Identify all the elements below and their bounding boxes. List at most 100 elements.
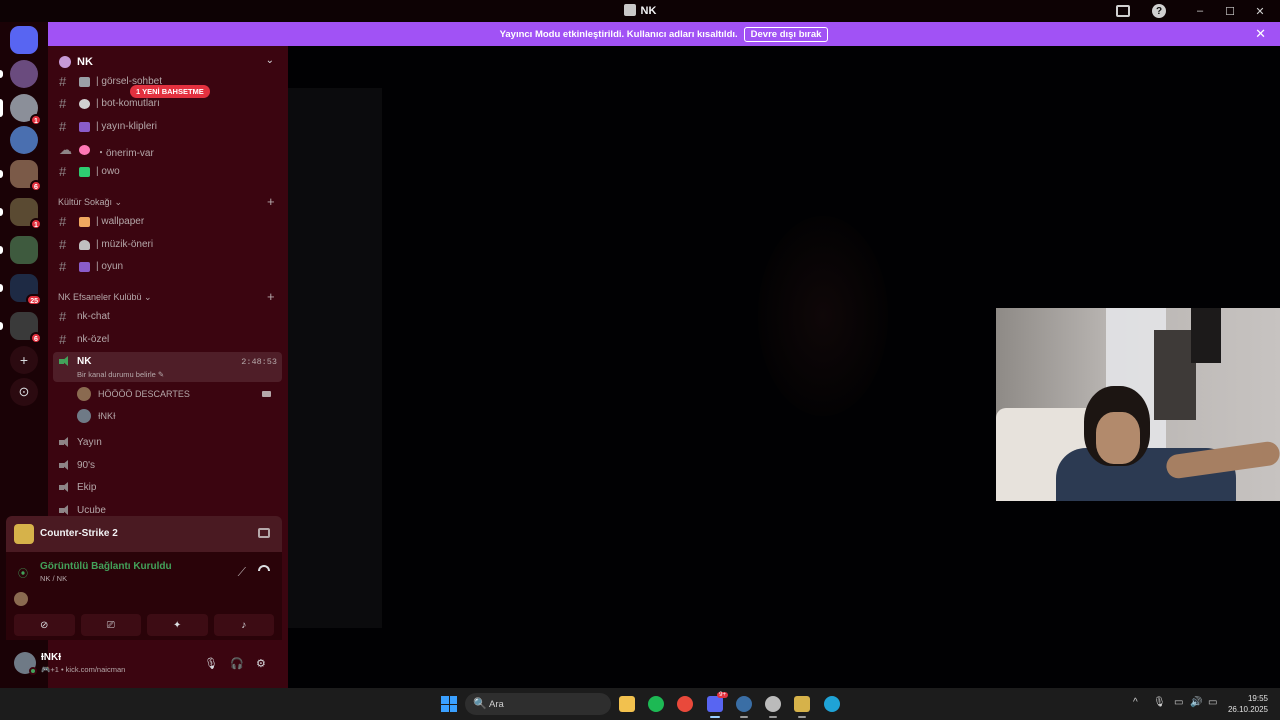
server-icon[interactable] (10, 126, 38, 154)
clock-time: 19:55 (1247, 694, 1268, 703)
maximize-button[interactable]: ☐ (1218, 3, 1242, 19)
tray-overflow-icon[interactable]: ^ (1133, 697, 1138, 708)
new-mention-pill[interactable]: 1 YENİ BAHSETME (130, 85, 210, 98)
screen-share-icon[interactable] (258, 528, 270, 538)
headphones-icon[interactable]: 🎧 (230, 657, 244, 670)
edge-icon[interactable] (824, 696, 840, 712)
channel-wallpaper[interactable]: # | wallpaper (53, 212, 282, 232)
explore-icon[interactable]: ⊙ (10, 378, 38, 406)
share-screen-button[interactable]: ⎚ (80, 614, 141, 636)
hash-icon: # (59, 332, 67, 347)
microphone-icon[interactable]: 🎙 (204, 657, 218, 670)
user-panel: ƗNKƗ 🎮+1 • kick.com/naicman 🎙 🎧 ⚙ (6, 644, 282, 684)
disable-streamer-mode-button[interactable]: Devre dışı bırak (743, 27, 829, 42)
stage-shadow (288, 88, 382, 628)
camera-scene-face (1096, 412, 1140, 464)
channel-nk-chat[interactable]: # nk-chat (53, 307, 282, 327)
category-nk-efsaneler-kulubu[interactable]: NK Efsaneler Kulübü ⌄ + (58, 289, 275, 304)
game-name: Counter-Strike 2 (40, 528, 118, 539)
channel-oyun[interactable]: # | oyun (53, 257, 282, 277)
category-kultur-sokagi[interactable]: Kültür Sokağı ⌄ + (58, 194, 275, 209)
spotify-icon[interactable] (648, 696, 664, 712)
app-icon (623, 4, 636, 16)
add-channel-icon[interactable]: + (267, 194, 275, 209)
activities-button[interactable]: ✦ (147, 614, 208, 636)
app-icon[interactable] (765, 696, 781, 718)
emoji-icon (79, 77, 90, 87)
battery-icon[interactable]: ▭ (1208, 697, 1217, 708)
hash-icon: # (59, 309, 67, 324)
camera-icon (262, 391, 271, 397)
channel-onerim-var[interactable]: ☁ ・önerim-var (53, 140, 282, 160)
emoji-icon (79, 122, 90, 132)
help-icon[interactable]: ? (1152, 4, 1166, 18)
voice-channel-ekip[interactable]: Ekip (53, 478, 282, 498)
connection-channel[interactable]: NK / NK (40, 574, 67, 583)
noise-suppression-icon[interactable]: ⟋ (238, 565, 246, 580)
add-server-icon[interactable]: + (10, 346, 38, 374)
channel-yayin-klipleri[interactable]: # | yayın-klipleri (53, 117, 282, 137)
server-folder-icon[interactable]: 6 (0, 312, 42, 344)
inbox-icon[interactable] (1116, 5, 1130, 17)
camera-off-button[interactable]: ⊘ (14, 614, 75, 636)
server-icon[interactable]: 1 (0, 94, 42, 126)
file-explorer-icon[interactable] (619, 696, 635, 712)
banner-close-icon[interactable]: ✕ (1255, 26, 1266, 42)
soundboard-button[interactable]: ♪ (213, 614, 274, 636)
server-icon[interactable] (0, 60, 38, 88)
username[interactable]: ƗNKƗ (41, 652, 61, 663)
taskbar-search[interactable]: 🔍 Ara (465, 693, 611, 715)
voice-connection-panel: ⦿ Görüntülü Bağlantı Kuruldu NK / NK ⟋ ⊘… (6, 552, 282, 640)
camera-scene-door (1154, 330, 1196, 420)
channel-owo[interactable]: # | owo (53, 162, 282, 182)
self-camera-preview[interactable] (996, 308, 1280, 501)
discord-home-icon[interactable] (10, 26, 38, 54)
chrome-icon[interactable] (677, 696, 693, 712)
speaker-icon (59, 505, 71, 516)
microphone-tray-icon[interactable]: 🎙 (1153, 697, 1166, 708)
channel-status[interactable]: Bir kanal durumu belirle ✎ (77, 370, 164, 379)
windows-start-icon[interactable] (441, 696, 457, 712)
server-folder-icon[interactable]: 6 (0, 160, 42, 192)
voice-channel-90s[interactable]: 90's (53, 456, 282, 476)
hash-icon: # (59, 74, 67, 89)
taskbar-clock[interactable]: 19:55 26.10.2025 (1228, 693, 1268, 715)
discord-icon[interactable]: 9+ (707, 692, 728, 718)
disconnect-icon[interactable] (258, 565, 270, 571)
game-activity[interactable]: Counter-Strike 2 (6, 516, 282, 552)
steam-icon[interactable] (736, 696, 752, 718)
signal-icon[interactable]: ⦿ (18, 565, 28, 580)
voice-user[interactable]: ƗNKƗ (77, 407, 277, 425)
hash-icon: # (59, 164, 67, 179)
search-icon: 🔍 (473, 698, 487, 710)
avatar (14, 592, 28, 606)
server-folder-icon[interactable]: 25 (0, 274, 42, 306)
avatar (77, 409, 91, 423)
chevron-down-icon[interactable]: ⌄ (266, 55, 274, 66)
monitor-tray-icon[interactable]: ▭ (1174, 697, 1183, 708)
hash-icon: # (59, 119, 67, 134)
window-title: NK (0, 4, 1280, 17)
channel-muzik-oneri[interactable]: # | müzik-öneri (53, 235, 282, 255)
server-name: NK (77, 56, 93, 68)
speaker-icon (59, 482, 71, 493)
voice-user[interactable]: HÖÖÖÖ DESCARTES (77, 385, 277, 403)
hash-icon: # (59, 214, 67, 229)
add-channel-icon[interactable]: + (267, 289, 275, 304)
hash-icon: # (59, 259, 67, 274)
settings-gear-icon[interactable]: ⚙ (256, 657, 266, 670)
speaker-icon (59, 356, 71, 367)
custom-status: 🎮+1 • kick.com/naicman (41, 665, 126, 674)
channel-nk-ozel[interactable]: # nk-özel (53, 330, 282, 350)
connection-status[interactable]: Görüntülü Bağlantı Kuruldu (40, 561, 172, 572)
volume-icon[interactable]: 🔊 (1190, 697, 1202, 708)
close-button[interactable]: ✕ (1248, 3, 1272, 19)
counter-strike-icon[interactable] (794, 696, 810, 718)
server-folder-icon[interactable]: 1 (0, 198, 42, 230)
voice-channel-yayin[interactable]: Yayın (53, 433, 282, 453)
headphones-icon (79, 240, 90, 250)
streamer-mode-banner: Yayıncı Modu etkinleştirildi. Kullanıcı … (48, 22, 1280, 46)
voice-channel-nk[interactable]: NK 2:48:53 Bir kanal durumu belirle ✎ (53, 352, 282, 382)
minimize-button[interactable]: – (1188, 3, 1212, 19)
server-folder-icon[interactable] (0, 236, 38, 264)
